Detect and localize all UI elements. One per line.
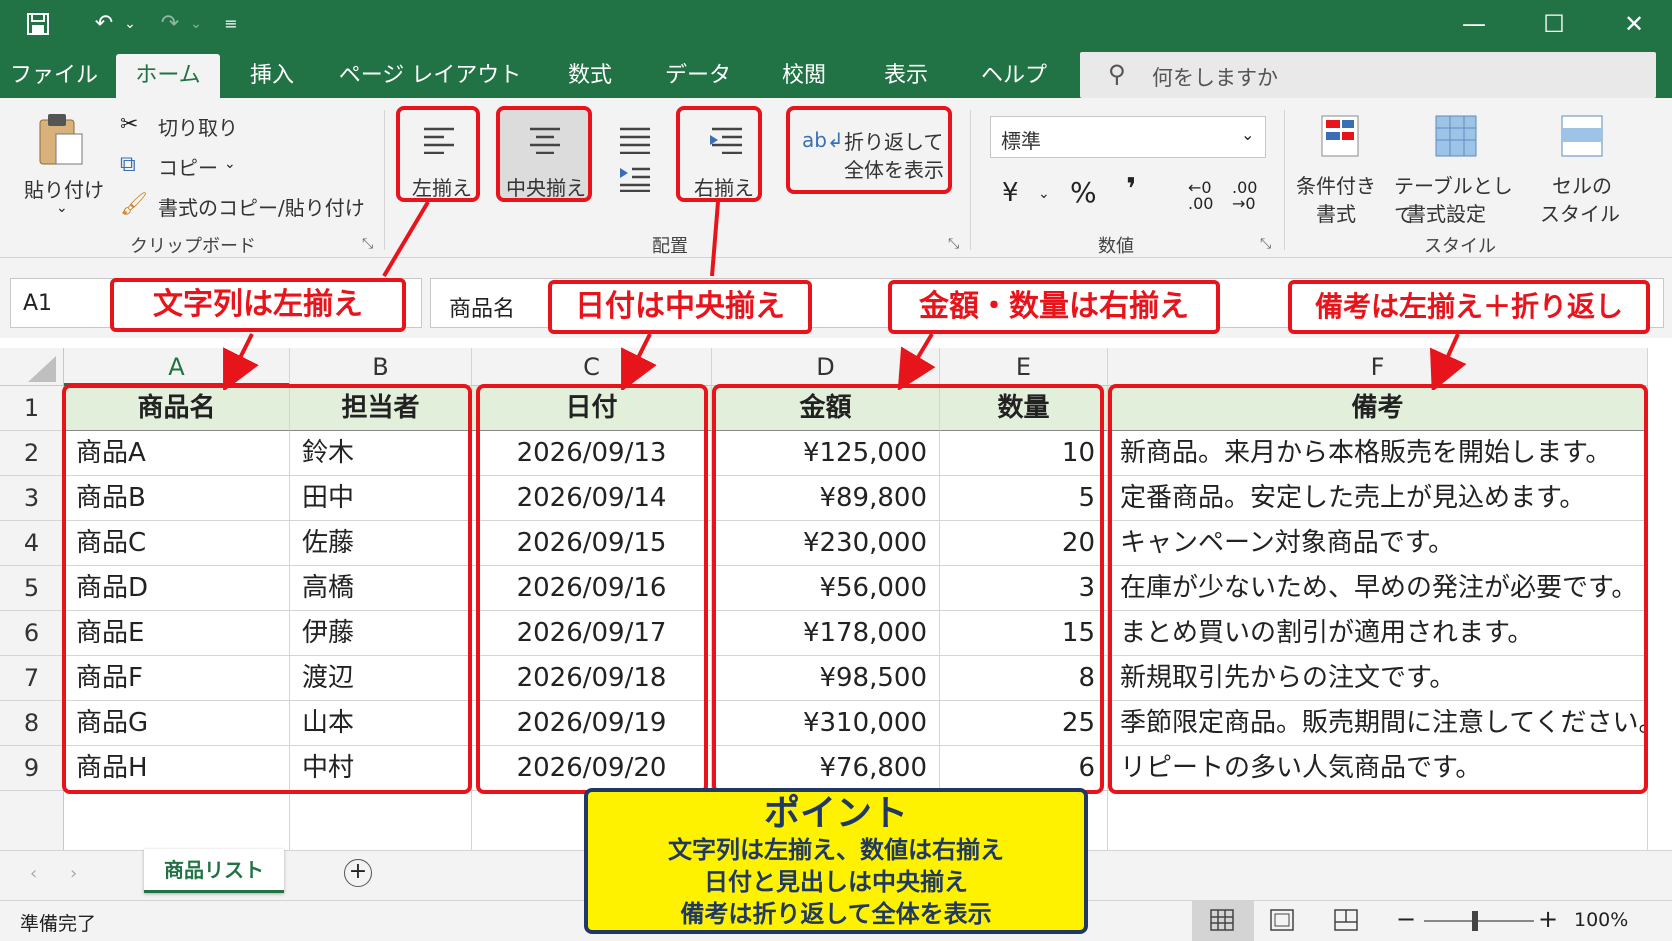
zoom-in-button[interactable]: + [1538,905,1558,933]
tab-page-layout[interactable]: ページ レイアウト [330,48,530,98]
row-header-8[interactable]: 8 [0,701,64,746]
format-as-table-icon [1435,115,1477,157]
undo-icon[interactable]: ↶ [84,0,124,48]
page-break-view-icon[interactable] [1334,909,1358,931]
copy-dropdown-icon[interactable]: ⌄ [224,156,236,172]
add-sheet-icon[interactable]: + [344,859,372,887]
align-right-icon [710,127,742,154]
save-icon[interactable] [18,0,58,54]
tab-formulas[interactable]: 数式 [550,48,630,98]
align-right-button[interactable]: 右揃え [676,106,762,202]
title-bar: ↶ ⌄ ↷ ⌄ ≡ — ☐ ✕ [0,0,1672,48]
tab-review[interactable]: 校閲 [764,48,844,98]
point-line-3: 備考は折り返して全体を表示 [680,900,992,928]
point-line-2: 日付と見出しは中央揃え [704,868,968,896]
tab-data[interactable]: データ [650,48,746,98]
empty-cell[interactable] [64,791,290,851]
scroll-right-icon[interactable]: › [70,863,77,884]
align-center-button[interactable]: 中央揃え [496,106,592,202]
tab-insert[interactable]: 挿入 [232,48,312,98]
tab-home[interactable]: ホーム [116,54,220,98]
row-header-1[interactable]: 1 [0,386,64,431]
tab-view[interactable]: 表示 [866,48,946,98]
number-format-value: 標準 [1001,129,1041,153]
tell-me-placeholder: 何をしますか [1152,66,1278,90]
wrap-text-icon: ab↲ [802,128,844,152]
row-header-5[interactable]: 5 [0,566,64,611]
paste-icon [39,114,83,165]
redo-dropdown-icon[interactable]: ⌄ [186,0,206,48]
row-header-6[interactable]: 6 [0,611,64,656]
align-justify-icon[interactable] [618,126,652,154]
tell-me-box[interactable]: ⚲ 何をしますか [1080,52,1656,98]
point-callout: ポイント 文字列は左揃え、数値は右揃え 日付と見出しは中央揃え 備考は折り返して… [584,788,1088,934]
notes-column-highlight [1108,384,1648,794]
chevron-down-icon: ⌄ [1241,125,1255,144]
sheet-tab-product-list[interactable]: 商品リスト [144,849,284,893]
undo-dropdown-icon[interactable]: ⌄ [120,0,140,48]
cell-styles-icon [1561,115,1603,157]
zoom-slider[interactable] [1424,920,1534,922]
row-header-3[interactable]: 3 [0,476,64,521]
scissors-icon[interactable]: ✂ [120,112,138,137]
copy-icon[interactable]: ⧉ [120,152,136,177]
annotation-arrows [223,200,1467,390]
customize-qat-icon[interactable]: ≡ [216,0,246,48]
wrap-text-label-1: 折り返して [844,130,944,154]
row-header-2[interactable]: 2 [0,431,64,476]
status-text: 準備完了 [20,913,97,935]
number-format-select[interactable]: 標準 ⌄ [990,116,1266,158]
text-columns-highlight [62,384,472,794]
row-header-4[interactable]: 4 [0,521,64,566]
search-icon: ⚲ [1108,60,1126,88]
normal-view-button[interactable] [1192,901,1254,941]
zoom-slider-thumb[interactable] [1472,911,1478,931]
tab-file[interactable]: ファイル [6,48,102,98]
align-left-icon [424,127,454,154]
date-column-highlight [476,384,708,794]
wrap-text-label-2: 全体を表示 [844,158,944,182]
empty-cell[interactable] [1108,791,1648,851]
minimize-button[interactable]: — [1444,0,1504,48]
redo-icon[interactable]: ↷ [150,0,190,48]
row-header-empty[interactable] [0,791,64,851]
grid-view-icon [1210,909,1234,931]
point-line-1: 文字列は左揃え、数値は右揃え [668,836,1004,864]
row-header-7[interactable]: 7 [0,656,64,701]
align-center-icon [530,127,560,154]
tab-help[interactable]: ヘルプ [966,48,1062,98]
row-header-9[interactable]: 9 [0,746,64,791]
close-button[interactable]: ✕ [1604,0,1664,48]
indent-icon[interactable] [618,166,652,192]
wrap-text-button[interactable]: ab↲ 折り返して 全体を表示 [786,106,952,194]
zoom-out-button[interactable]: − [1396,905,1416,933]
copy-button[interactable]: コピー [158,152,218,181]
point-title: ポイント [763,793,908,834]
empty-cell[interactable] [290,791,472,851]
align-left-button[interactable]: 左揃え [396,106,480,202]
scroll-left-icon[interactable]: ‹ [30,863,37,884]
page-layout-view-icon[interactable] [1270,909,1294,931]
amount-quantity-highlight [712,384,1104,794]
zoom-level[interactable]: 100% [1574,909,1628,931]
cut-button[interactable]: 切り取り [158,112,238,141]
conditional-formatting-icon [1321,115,1359,157]
maximize-button[interactable]: ☐ [1524,0,1584,48]
